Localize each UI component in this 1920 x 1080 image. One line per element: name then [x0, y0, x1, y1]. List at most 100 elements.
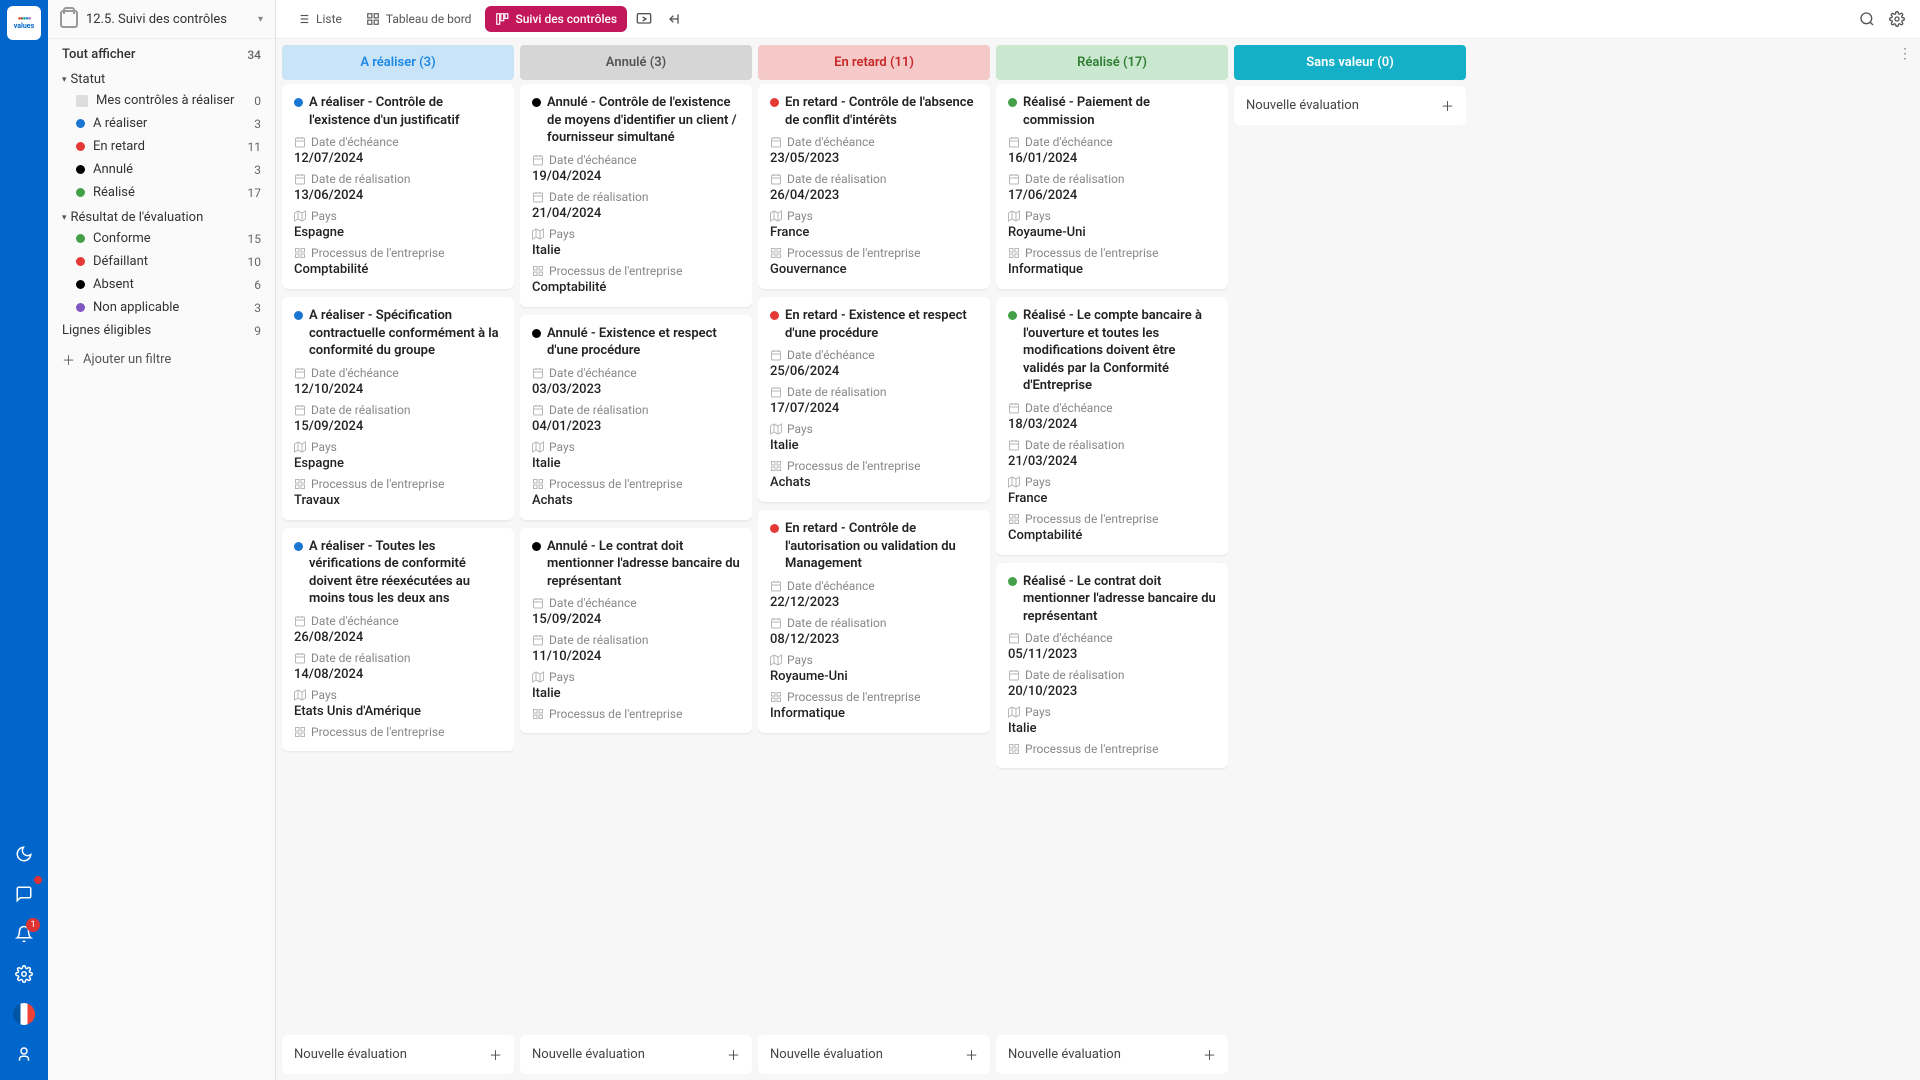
chevron-down-icon[interactable]: ▾: [258, 14, 263, 25]
kanban-card[interactable]: A réaliser - Spécification contractuelle…: [282, 297, 514, 520]
gear-icon[interactable]: [1884, 6, 1910, 32]
kanban-card[interactable]: En retard - Contrôle de l'absence de con…: [758, 84, 990, 289]
field-label: Date de réalisation: [1025, 172, 1125, 186]
filter-item[interactable]: En retard11: [48, 135, 275, 158]
settings-icon[interactable]: [4, 954, 44, 994]
person-icon: [76, 95, 88, 107]
filter-item[interactable]: Non applicable3: [48, 296, 275, 319]
kanban-card[interactable]: Réalisé - Le contrat doit mentionner l'a…: [996, 563, 1228, 769]
filter-item[interactable]: Absent6: [48, 273, 275, 296]
filter-eligibles[interactable]: Lignes éligibles9: [48, 319, 275, 342]
kanban-column: A réaliser (3) A réaliser - Contrôle de l…: [282, 45, 514, 1074]
sidebar-header[interactable]: 12.5. Suivi des contrôles ▾: [48, 0, 275, 39]
status-dot-icon: [532, 98, 541, 107]
column-header[interactable]: Réalisé (17): [996, 45, 1228, 80]
field-value: 15/09/2024: [532, 612, 740, 627]
filter-item[interactable]: Réalisé17: [48, 181, 275, 204]
field-label: Processus de l'entreprise: [549, 707, 682, 721]
language-flag[interactable]: [4, 994, 44, 1034]
search-icon[interactable]: [1854, 6, 1880, 32]
card-title: En retard - Existence et respect d'une p…: [785, 307, 978, 342]
column-body: Nouvelle évaluation＋: [1234, 80, 1466, 1074]
filter-item[interactable]: Annulé3: [48, 158, 275, 181]
field-value: Espagne: [294, 225, 502, 240]
new-evaluation-button[interactable]: Nouvelle évaluation＋: [996, 1035, 1228, 1074]
field-value: France: [1008, 491, 1216, 506]
field-value: Italie: [532, 456, 740, 471]
card-title: Annulé - Le contrat doit mentionner l'ad…: [547, 538, 740, 591]
app-logo[interactable]: values: [7, 6, 41, 40]
field-label: Date d'échéance: [1025, 135, 1113, 149]
board-menu-icon[interactable]: ⋮: [1898, 46, 1912, 62]
new-evaluation-button[interactable]: Nouvelle évaluation＋: [758, 1035, 990, 1074]
field-label: Pays: [311, 688, 337, 702]
status-dot-icon: [76, 165, 85, 174]
field-value: Italie: [532, 243, 740, 258]
chat-icon[interactable]: [4, 874, 44, 914]
field-value: 03/03/2023: [532, 382, 740, 397]
main-area: Liste Tableau de bord Suivi des contrôle…: [276, 0, 1920, 1080]
kanban-card[interactable]: Annulé - Le contrat doit mentionner l'ad…: [520, 528, 752, 734]
field-label: Date de réalisation: [1025, 438, 1125, 452]
new-evaluation-button[interactable]: Nouvelle évaluation＋: [1234, 86, 1466, 125]
status-dot-icon: [1008, 311, 1017, 320]
kanban-card[interactable]: A réaliser - Toutes les vérifications de…: [282, 528, 514, 751]
field-label: Date de réalisation: [787, 616, 887, 630]
field-value: 18/03/2024: [1008, 417, 1216, 432]
kanban-card[interactable]: Annulé - Contrôle de l'existence de moye…: [520, 84, 752, 307]
field-label: Date d'échéance: [787, 135, 875, 149]
collapse-icon[interactable]: [661, 6, 687, 32]
filter-item[interactable]: Mes contrôles à réaliser0: [48, 89, 275, 112]
card-title: Réalisé - Le compte bancaire à l'ouvertu…: [1023, 307, 1216, 395]
column-body: En retard - Contrôle de l'absence de con…: [758, 80, 990, 1033]
column-header[interactable]: Sans valeur (0): [1234, 45, 1466, 80]
filter-item[interactable]: Défaillant10: [48, 250, 275, 273]
kanban-card[interactable]: A réaliser - Contrôle de l'existence d'u…: [282, 84, 514, 289]
kanban-card[interactable]: Annulé - Existence et respect d'une proc…: [520, 315, 752, 520]
present-icon[interactable]: [631, 6, 657, 32]
field-value: 11/10/2024: [532, 649, 740, 664]
status-dot-icon: [76, 142, 85, 151]
kanban-board: A réaliser (3) A réaliser - Contrôle de l…: [276, 39, 1920, 1080]
view-list-button[interactable]: Liste: [286, 6, 352, 32]
field-label: Date d'échéance: [1025, 631, 1113, 645]
filter-item[interactable]: Conforme15: [48, 227, 275, 250]
field-value: 04/01/2023: [532, 419, 740, 434]
kanban-card[interactable]: En retard - Existence et respect d'une p…: [758, 297, 990, 502]
add-filter-button[interactable]: ＋Ajouter un filtre: [48, 342, 275, 377]
field-label: Date d'échéance: [787, 348, 875, 362]
field-label: Date de réalisation: [787, 385, 887, 399]
filter-item[interactable]: A réaliser3: [48, 112, 275, 135]
field-label: Processus de l'entreprise: [1025, 742, 1158, 756]
status-dot-icon: [770, 98, 779, 107]
column-header[interactable]: En retard (11): [758, 45, 990, 80]
kanban-card[interactable]: Réalisé - Le compte bancaire à l'ouvertu…: [996, 297, 1228, 555]
view-dashboard-button[interactable]: Tableau de bord: [356, 6, 482, 32]
kanban-card[interactable]: Réalisé - Paiement de commissionDate d'é…: [996, 84, 1228, 289]
field-label: Date d'échéance: [311, 135, 399, 149]
moon-icon[interactable]: [4, 834, 44, 874]
field-label: Date de réalisation: [549, 403, 649, 417]
new-evaluation-button[interactable]: Nouvelle évaluation＋: [520, 1035, 752, 1074]
status-dot-icon: [1008, 98, 1017, 107]
view-kanban-button[interactable]: Suivi des contrôles: [485, 6, 627, 32]
filter-group[interactable]: Résultat de l'évaluation: [48, 204, 275, 227]
view-kanban-label: Suivi des contrôles: [515, 12, 617, 26]
card-title: Annulé - Existence et respect d'une proc…: [547, 325, 740, 360]
new-evaluation-button[interactable]: Nouvelle évaluation＋: [282, 1035, 514, 1074]
bell-icon[interactable]: 1: [4, 914, 44, 954]
field-label: Processus de l'entreprise: [549, 477, 682, 491]
account-icon[interactable]: [4, 1034, 44, 1074]
field-value: Etats Unis d'Amérique: [294, 704, 502, 719]
field-label: Pays: [1025, 209, 1051, 223]
card-title: Annulé - Contrôle de l'existence de moye…: [547, 94, 740, 147]
field-label: Pays: [787, 209, 813, 223]
view-list-label: Liste: [316, 12, 342, 26]
column-header[interactable]: Annulé (3): [520, 45, 752, 80]
field-label: Processus de l'entreprise: [787, 459, 920, 473]
card-title: Réalisé - Le contrat doit mentionner l'a…: [1023, 573, 1216, 626]
column-header[interactable]: A réaliser (3): [282, 45, 514, 80]
filter-show-all[interactable]: Tout afficher34: [48, 43, 275, 66]
kanban-card[interactable]: En retard - Contrôle de l'autorisation o…: [758, 510, 990, 733]
filter-group[interactable]: Statut: [48, 66, 275, 89]
